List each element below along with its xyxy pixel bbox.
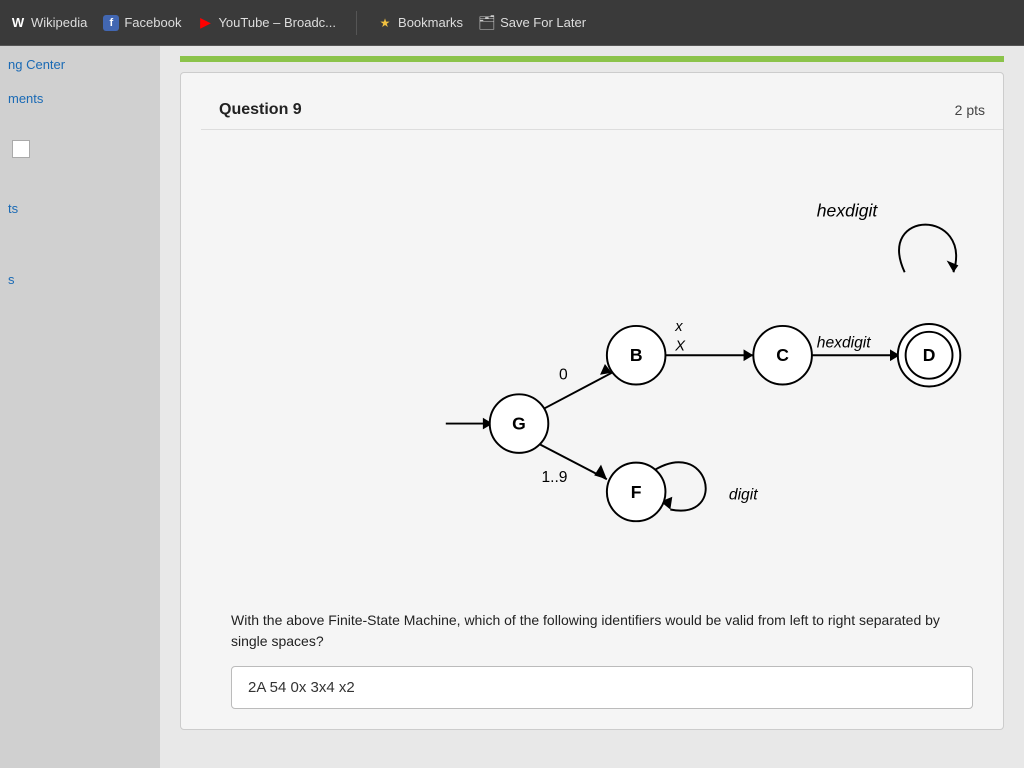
- b-to-c-label-X: X: [674, 338, 686, 354]
- question-card: Question 9 2 pts hexdigit: [180, 72, 1004, 730]
- node-c-label: C: [776, 345, 789, 365]
- youtube-bookmark[interactable]: ▶ YouTube – Broadc...: [197, 15, 336, 31]
- answer-box: 2A 54 0x 3x4 x2: [231, 666, 973, 709]
- d-self-loop: [899, 225, 956, 273]
- node-b-label: B: [630, 345, 643, 365]
- node-f-label: F: [631, 482, 642, 502]
- save-for-later-item[interactable]: 🗂 Save For Later: [479, 15, 586, 31]
- progress-bar: [180, 56, 1004, 62]
- youtube-label: YouTube – Broadc...: [218, 15, 336, 30]
- page-content: Question 9 2 pts hexdigit: [160, 46, 1024, 768]
- toolbar-separator: [356, 11, 357, 35]
- save-for-later-label: Save For Later: [500, 15, 586, 30]
- sidebar-item-ments[interactable]: ments: [8, 90, 152, 108]
- browser-toolbar: W Wikipedia f Facebook ▶ YouTube – Broad…: [0, 0, 1024, 46]
- facebook-bookmark[interactable]: f Facebook: [103, 15, 181, 31]
- question-header: Question 9 2 pts: [201, 87, 1003, 130]
- b-to-c-label-x: x: [674, 319, 683, 335]
- wikipedia-label: Wikipedia: [31, 15, 87, 30]
- f-self-label: digit: [729, 487, 758, 504]
- c-to-d-label: hexdigit: [817, 334, 871, 351]
- fsm-diagram-container: hexdigit 0: [201, 130, 1003, 600]
- folder-icon: 🗂: [479, 15, 495, 31]
- g-to-f-arrowhead: [594, 465, 607, 480]
- g-to-b-arrow: [543, 373, 611, 409]
- facebook-icon: f: [103, 15, 119, 31]
- hexdigit-self-label: hexdigit: [817, 201, 879, 221]
- wikipedia-bookmark[interactable]: W Wikipedia: [10, 15, 87, 31]
- question-points: 2 pts: [955, 102, 985, 118]
- bookmarks-item[interactable]: ★ Bookmarks: [377, 15, 463, 31]
- sidebar-item-ts[interactable]: ts: [8, 200, 152, 218]
- star-icon: ★: [377, 15, 393, 31]
- youtube-icon: ▶: [197, 15, 213, 31]
- wikipedia-icon: W: [10, 15, 26, 31]
- fsm-diagram: hexdigit 0: [231, 150, 973, 580]
- facebook-label: Facebook: [124, 15, 181, 30]
- node-g-label: G: [512, 413, 526, 433]
- question-text: With the above Finite-State Machine, whi…: [201, 600, 1003, 666]
- sidebar-item-s[interactable]: s: [8, 271, 152, 289]
- fsm-svg: hexdigit 0: [231, 150, 973, 580]
- main-content: ng Center ments ts s Question 9 2 pts: [0, 46, 1024, 768]
- b-to-c-arrowhead: [744, 349, 754, 361]
- question-title: Question 9: [219, 101, 302, 119]
- g-to-b-label: 0: [559, 367, 568, 384]
- g-to-f-label: 1..9: [541, 469, 567, 486]
- bookmarks-label: Bookmarks: [398, 15, 463, 30]
- sidebar-item-learning-center[interactable]: ng Center: [8, 56, 152, 74]
- node-d-label: D: [923, 345, 936, 365]
